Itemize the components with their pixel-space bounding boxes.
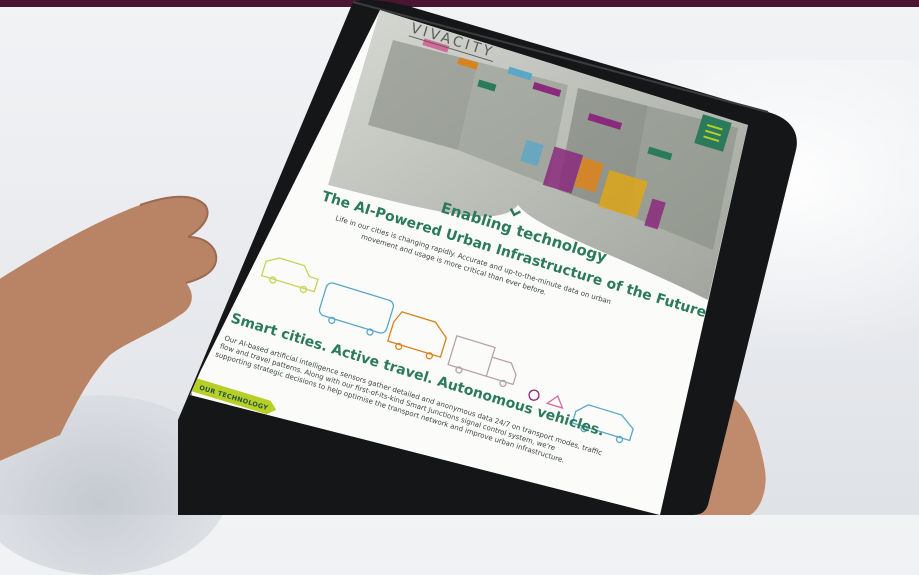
tablet-svg: VIVACITY Enabling technology The AI-Powe… bbox=[178, 0, 797, 515]
tablet-device: VIVACITY Enabling technology The AI-Powe… bbox=[178, 0, 818, 515]
